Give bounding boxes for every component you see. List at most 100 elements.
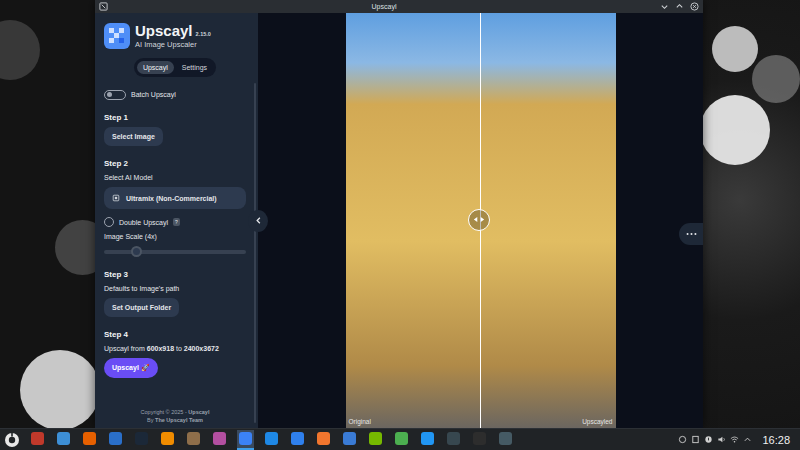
tab[interactable]: Settings bbox=[176, 61, 213, 74]
start-menu-icon[interactable] bbox=[4, 432, 20, 448]
batch-toggle[interactable] bbox=[104, 90, 126, 100]
window-title: Upscayl bbox=[108, 3, 660, 10]
notification-icon[interactable] bbox=[704, 435, 713, 444]
sidebar-scrollbar[interactable] bbox=[254, 83, 256, 423]
app-version: 2.15.0 bbox=[196, 31, 211, 37]
taskbar-app[interactable] bbox=[185, 430, 202, 450]
app-icon bbox=[161, 432, 174, 445]
collapse-sidebar-button[interactable] bbox=[248, 210, 268, 232]
taskbar-app[interactable] bbox=[237, 430, 254, 450]
model-label: Select AI Model bbox=[104, 173, 153, 182]
taskbar-app[interactable] bbox=[81, 430, 98, 450]
upscayl-logo-icon bbox=[104, 23, 130, 49]
double-upscayl-checkbox[interactable] bbox=[104, 217, 114, 227]
more-button[interactable] bbox=[679, 223, 703, 245]
bokeh-light bbox=[752, 55, 800, 103]
scale-label: Image Scale (4x) bbox=[104, 232, 157, 241]
slider-track bbox=[104, 250, 246, 254]
bokeh-light bbox=[700, 95, 770, 165]
app-icon bbox=[343, 432, 356, 445]
double-upscayl-row: Double Upscayl ? bbox=[104, 217, 180, 227]
taskbar-app[interactable] bbox=[393, 430, 410, 450]
app-icon bbox=[447, 432, 460, 445]
batch-row: Batch Upscayl bbox=[104, 90, 246, 100]
clock[interactable]: 16:28 bbox=[762, 434, 790, 446]
summary-part: 2400x3672 bbox=[184, 345, 219, 352]
batch-label: Batch Upscayl bbox=[131, 90, 176, 99]
app-icon bbox=[499, 432, 512, 445]
volume-icon[interactable] bbox=[717, 435, 726, 444]
minimize-icon[interactable] bbox=[660, 2, 669, 11]
photo-compare: Original Upscayled bbox=[346, 13, 616, 428]
select-image-button[interactable]: Select Image bbox=[104, 127, 163, 146]
taskbar-app[interactable] bbox=[445, 430, 462, 450]
credits: By The Upscayl Team bbox=[147, 417, 203, 423]
footer-part: Upscayl bbox=[188, 409, 209, 415]
app-icon bbox=[239, 432, 252, 445]
footer-part: Copyright © 2025 - bbox=[141, 409, 189, 415]
app-icon bbox=[57, 432, 70, 445]
wifi-icon[interactable] bbox=[730, 435, 739, 444]
app-icon bbox=[317, 432, 330, 445]
taskbar-app[interactable] bbox=[133, 430, 150, 450]
taskbar-app[interactable] bbox=[341, 430, 358, 450]
taskbar-app[interactable] bbox=[263, 430, 280, 450]
title-bar: Upscayl bbox=[95, 0, 703, 13]
step-3: Step 3 Defaults to Image's path Set Outp… bbox=[104, 270, 246, 317]
taskbar-app[interactable] bbox=[419, 430, 436, 450]
app-menu-icon[interactable] bbox=[99, 2, 108, 11]
maximize-icon[interactable] bbox=[675, 2, 684, 11]
desktop: Upscayl Upscayl 2.15.0 AI Image Upscaler… bbox=[0, 0, 800, 450]
taskbar-app[interactable] bbox=[107, 430, 124, 450]
workspace: Upscayl Upscayl 2.15.0 AI Image Upscaler… bbox=[0, 0, 800, 428]
toggle-knob bbox=[107, 92, 112, 97]
taskbar-app[interactable] bbox=[55, 430, 72, 450]
app-icon bbox=[31, 432, 44, 445]
bokeh-light bbox=[20, 350, 100, 428]
taskbar-app[interactable] bbox=[497, 430, 514, 450]
upscayl-button[interactable]: Upscayl 🚀 bbox=[104, 358, 158, 378]
expand-tray-icon[interactable] bbox=[743, 435, 752, 444]
copyright: Copyright © 2025 - Upscayl bbox=[141, 409, 210, 415]
step-title: Step 1 bbox=[104, 113, 128, 122]
app-icon bbox=[291, 432, 304, 445]
summary-part: to bbox=[174, 345, 184, 352]
set-output-folder-button[interactable]: Set Output Folder bbox=[104, 298, 179, 317]
taskbar-app[interactable] bbox=[159, 430, 176, 450]
summary-part: 600x918 bbox=[147, 345, 174, 352]
compare-handle[interactable] bbox=[468, 209, 490, 231]
taskbar-app[interactable] bbox=[289, 430, 306, 450]
step-2: Step 2 Select AI Model Ultramix (Non-Com… bbox=[104, 159, 246, 257]
slider-thumb[interactable] bbox=[131, 246, 142, 257]
footer-part: By bbox=[147, 417, 155, 423]
help-badge[interactable]: ? bbox=[173, 218, 180, 226]
system-tray: 16:28 bbox=[678, 434, 796, 446]
app-name: Upscayl bbox=[135, 22, 193, 39]
window-body: Upscayl 2.15.0 AI Image Upscaler Upscayl… bbox=[95, 13, 703, 428]
model-icon bbox=[112, 194, 120, 202]
step-title: Step 2 bbox=[104, 159, 128, 168]
update-icon[interactable] bbox=[678, 435, 687, 444]
step-title: Step 3 bbox=[104, 270, 128, 279]
taskbar: 16:28 bbox=[0, 428, 800, 450]
taskbar-app[interactable] bbox=[29, 430, 46, 450]
more-dots-icon bbox=[686, 232, 697, 236]
clipboard-icon[interactable] bbox=[691, 435, 700, 444]
tab-bar: UpscaylSettings bbox=[134, 58, 216, 77]
taskbar-app[interactable] bbox=[315, 430, 332, 450]
image-viewer: Original Upscayled bbox=[258, 13, 703, 428]
tab[interactable]: Upscayl bbox=[137, 61, 174, 74]
brand: Upscayl 2.15.0 AI Image Upscaler bbox=[104, 22, 246, 49]
close-icon[interactable] bbox=[690, 2, 699, 11]
upscayled-label: Upscayled bbox=[582, 418, 612, 425]
footer-part: The Upscayl Team bbox=[155, 417, 203, 423]
taskbar-app[interactable] bbox=[471, 430, 488, 450]
taskbar-app[interactable] bbox=[367, 430, 384, 450]
step-4: Step 4 Upscayl from 600x918 to 2400x3672… bbox=[104, 330, 246, 378]
taskbar-app[interactable] bbox=[211, 430, 228, 450]
app-icon bbox=[369, 432, 382, 445]
step-title: Step 4 bbox=[104, 330, 128, 339]
model-select[interactable]: Ultramix (Non-Commercial) bbox=[104, 187, 246, 209]
double-upscayl-label: Double Upscayl bbox=[119, 218, 168, 227]
scale-slider[interactable] bbox=[104, 246, 246, 257]
